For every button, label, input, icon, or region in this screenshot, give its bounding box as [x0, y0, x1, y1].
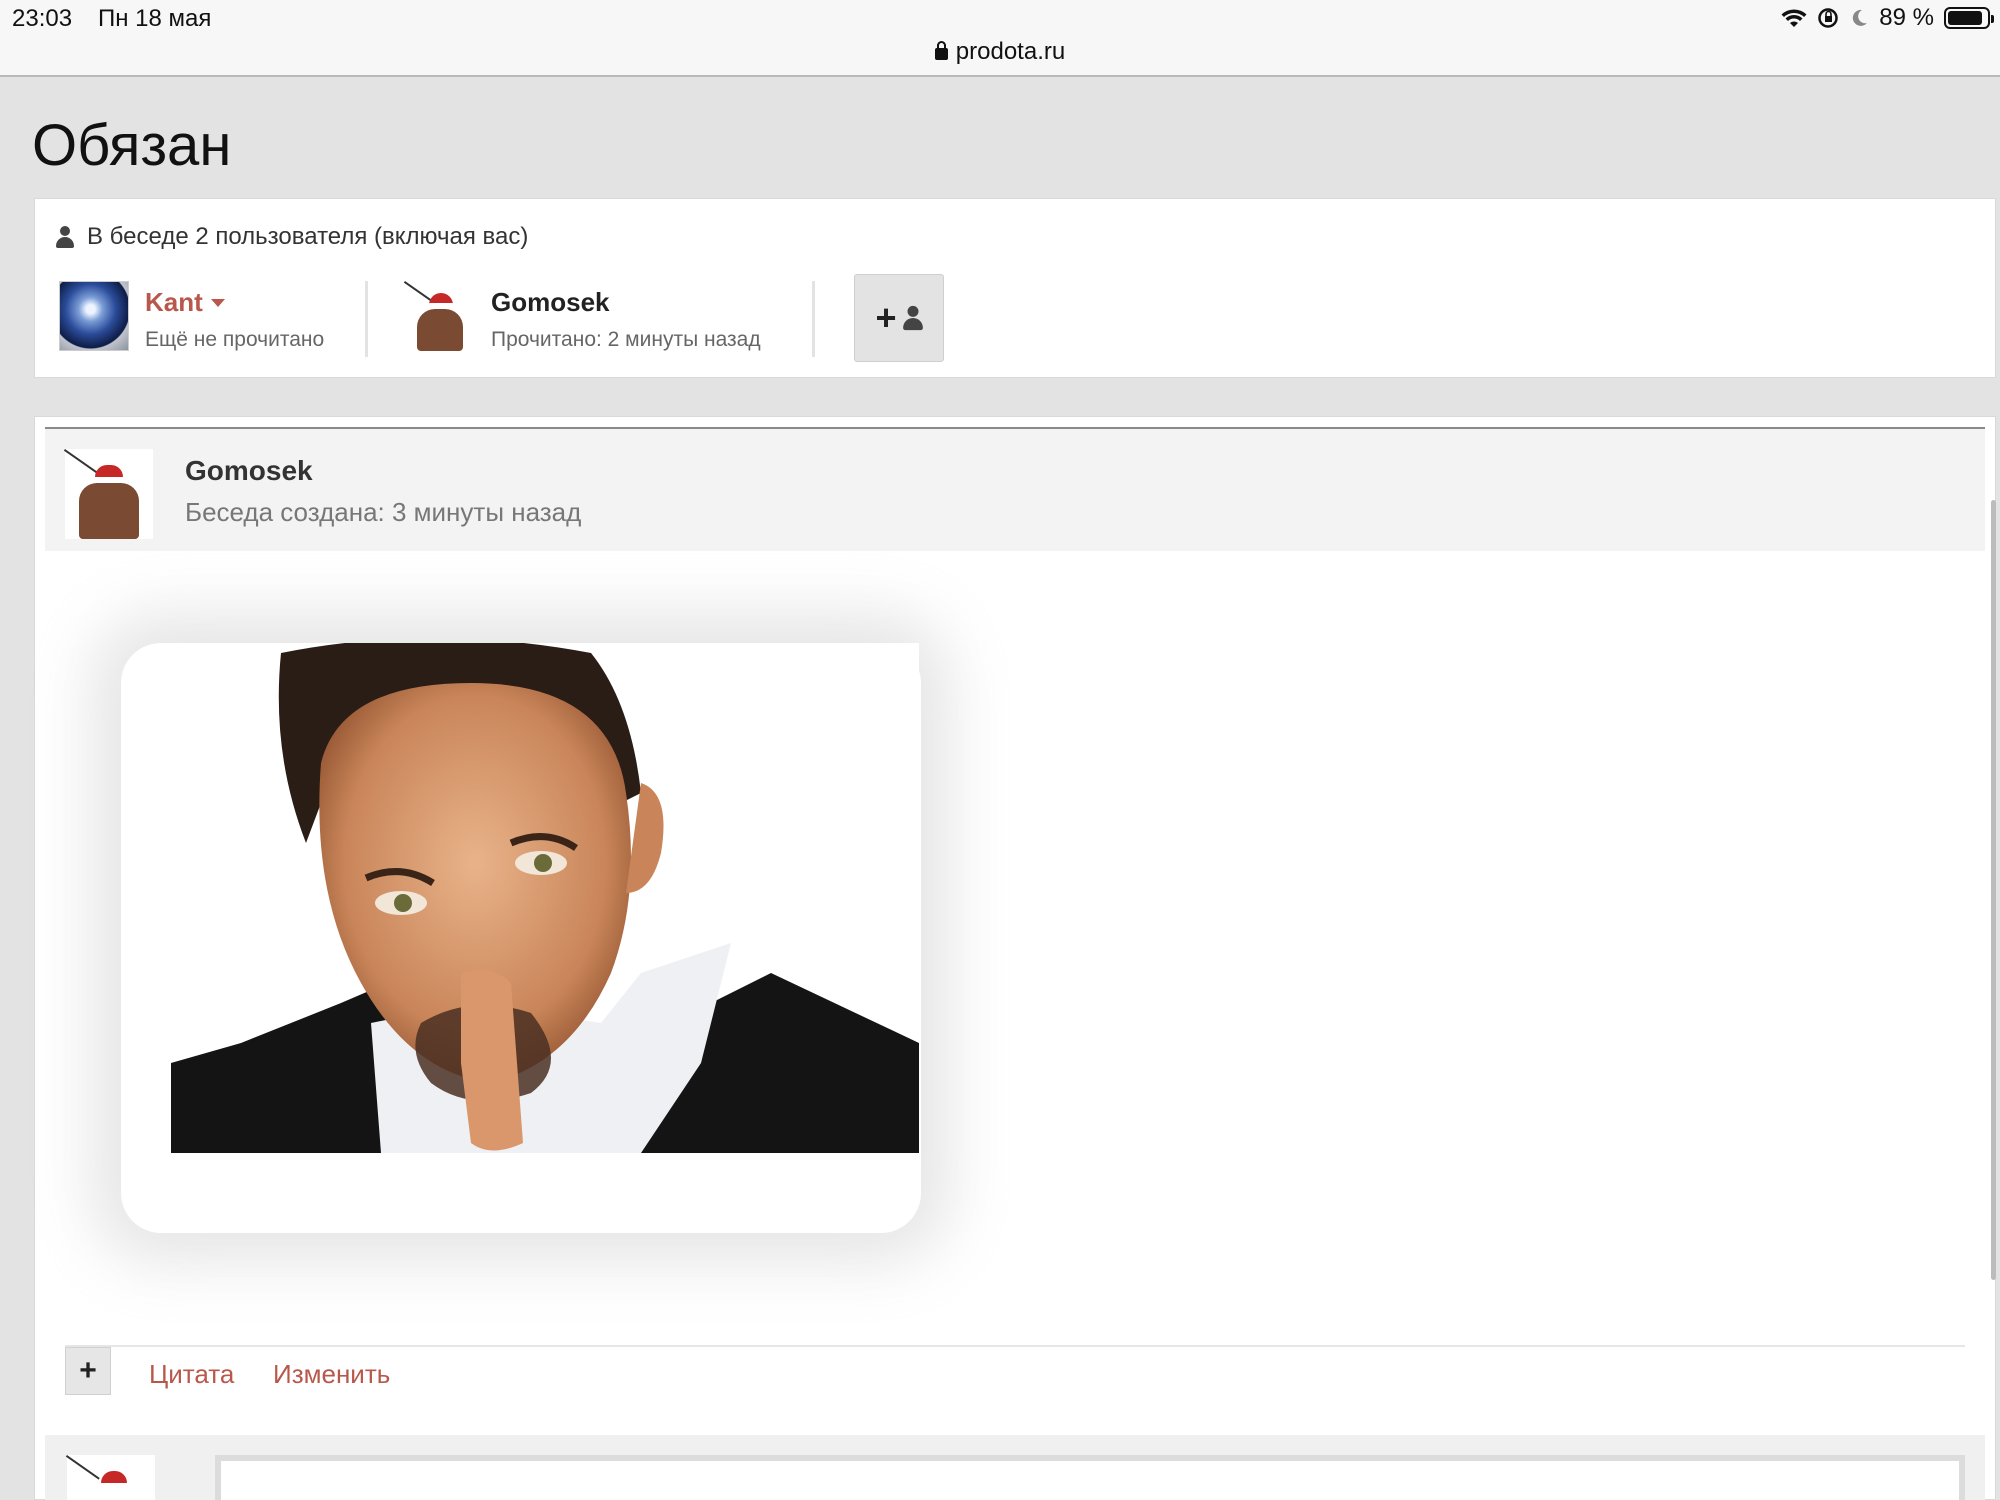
message-image[interactable] [121, 643, 921, 1233]
message-author[interactable]: Gomosek [185, 455, 313, 487]
edit-link[interactable]: Изменить [273, 1359, 390, 1390]
reply-area [45, 1435, 1985, 1500]
avatar[interactable] [59, 281, 129, 351]
invite-user-button[interactable]: + [854, 274, 944, 362]
avatar[interactable] [403, 281, 475, 351]
participants-heading: В беседе 2 пользователя (включая вас) [55, 223, 528, 251]
avatar-detail [403, 281, 433, 303]
plus-icon: + [875, 297, 897, 338]
browser-status-bar: 23:03 Пн 18 мая 89 % prodota.ru [0, 0, 2000, 77]
participant-name[interactable]: Kant [145, 287, 324, 318]
page-title: Обязан [32, 113, 232, 178]
divider [812, 281, 815, 357]
participants-heading-text: В беседе 2 пользователя (включая вас) [87, 223, 529, 250]
wifi-icon [1781, 9, 1807, 27]
avatar-detail [79, 483, 139, 539]
multiquote-plus-button[interactable]: + [65, 1347, 111, 1395]
status-icons: 89 % [1781, 4, 1994, 32]
lock-icon [934, 41, 948, 60]
participant-name-text[interactable]: Kant [145, 287, 203, 317]
caret-down-icon[interactable] [210, 299, 225, 307]
orientation-lock-icon [1818, 8, 1839, 28]
participant-kant[interactable]: Kant Ещё не прочитано [59, 281, 324, 353]
user-icon [902, 305, 924, 331]
message-header: Gomosek Беседа создана: 3 минуты назад [45, 429, 1985, 551]
portrait-illustration [171, 643, 919, 1153]
moon-icon [1853, 9, 1868, 26]
participant-status: Ещё не прочитано [145, 328, 325, 351]
user-icon [55, 226, 75, 248]
message-created: Беседа создана: 3 минуты назад [185, 497, 582, 527]
url-domain[interactable]: prodota.ru [956, 38, 1065, 65]
divider [365, 281, 368, 357]
scrollbar[interactable] [1991, 500, 1996, 1280]
avatar-detail [95, 465, 123, 481]
battery-fill [1948, 11, 1982, 25]
battery-percent: 89 % [1879, 4, 1934, 31]
status-time: 23:03 [12, 5, 73, 32]
divider [65, 1345, 1965, 1347]
status-date: Пн 18 мая [98, 5, 212, 32]
participant-name[interactable]: Gomosek [491, 287, 761, 318]
avatar-detail [417, 309, 463, 351]
participant-gomosek[interactable]: Gomosek Прочитано: 2 минуты назад [403, 281, 761, 353]
reply-editor[interactable] [215, 1455, 1965, 1500]
avatar-detail [65, 1455, 100, 1480]
battery-icon [1944, 7, 1994, 29]
participants-panel: В беседе 2 пользователя (включая вас) Ka… [34, 198, 1996, 378]
participant-status: Прочитано: 2 минуты назад [491, 328, 761, 351]
reply-avatar [65, 1455, 155, 1500]
url-bar[interactable]: prodota.ru [0, 38, 2000, 66]
author-avatar[interactable] [63, 449, 153, 539]
message-post: Gomosek Беседа создана: 3 минуты назад +… [34, 416, 1996, 1500]
avatar-detail [101, 1471, 127, 1487]
quote-link[interactable]: Цитата [149, 1359, 234, 1390]
portrait-photo[interactable] [171, 643, 919, 1153]
avatar-detail [429, 293, 453, 307]
